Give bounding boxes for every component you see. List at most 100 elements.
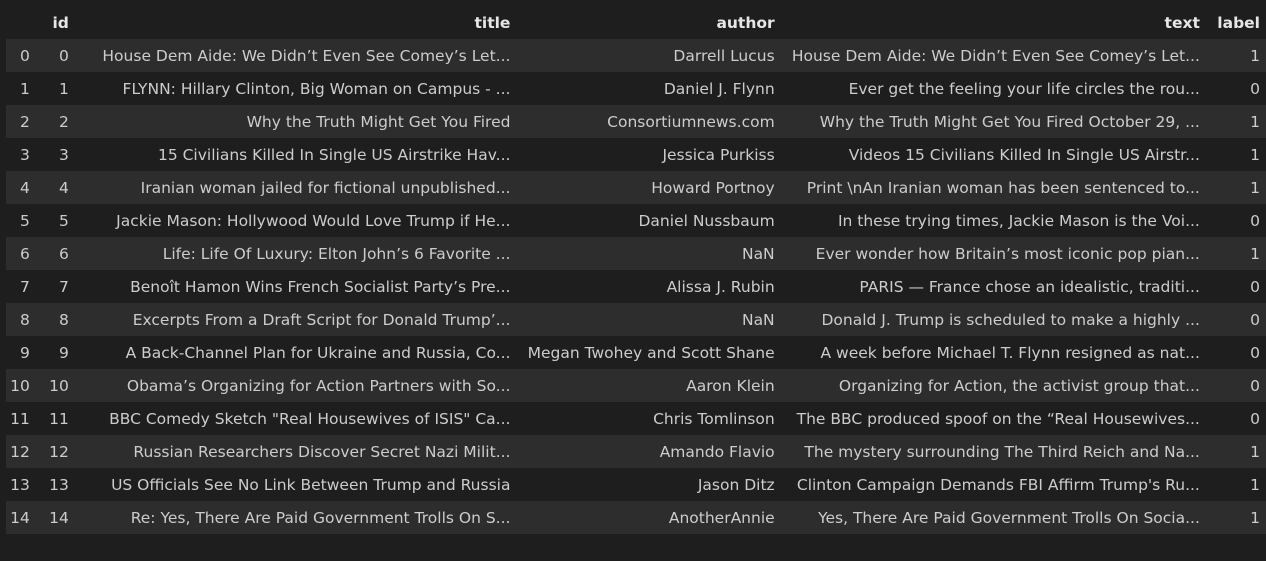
row-index: 5: [19, 211, 30, 230]
cell-id: 9: [59, 343, 69, 362]
table-body: 0 0 House Dem Aide: We Didn’t Even See Com…: [6, 39, 1266, 534]
cell-text: PARIS — France chose an idealistic, trad…: [859, 277, 1200, 296]
row-index: 13: [10, 475, 30, 494]
cell-id: 2: [59, 112, 69, 131]
cell-label: 1: [1250, 112, 1260, 131]
cell-author: Aaron Klein: [686, 376, 775, 395]
table-row: 4 4 Iranian woman jailed for fictional unp…: [6, 171, 1266, 204]
cell-label: 0: [1250, 277, 1260, 296]
row-index: 0: [19, 46, 30, 65]
cell-id: 4: [59, 178, 69, 197]
cell-id: 8: [59, 310, 69, 329]
cell-label: 0: [1250, 409, 1260, 428]
cell-id: 3: [59, 145, 69, 164]
cell-id: 5: [59, 211, 69, 230]
row-index: 4: [19, 178, 30, 197]
row-index: 14: [10, 508, 30, 527]
cell-label: 1: [1250, 46, 1260, 65]
table-row: 10 10 Obama’s Organizing for Action Partne…: [6, 369, 1266, 402]
cell-text: Ever wonder how Britain’s most iconic po…: [815, 244, 1200, 263]
cell-label: 0: [1250, 310, 1260, 329]
row-index: 9: [19, 343, 30, 362]
cell-author: Chris Tomlinson: [653, 409, 775, 428]
cell-id: 10: [49, 376, 69, 395]
column-header-label: label: [1217, 13, 1260, 32]
cell-label: 0: [1250, 211, 1260, 230]
cell-text: The BBC produced spoof on the “Real Hous…: [796, 409, 1200, 428]
cell-title: US Officials See No Link Between Trump a…: [111, 475, 511, 494]
cell-text: House Dem Aide: We Didn’t Even See Comey…: [791, 46, 1200, 65]
cell-label: 1: [1250, 145, 1260, 164]
row-index: 3: [19, 145, 30, 164]
column-header-author: author: [716, 13, 775, 32]
table-row: 14 14 Re: Yes, There Are Paid Government T…: [6, 501, 1266, 534]
table-row: 9 9 A Back-Channel Plan for Ukraine and Ru…: [6, 336, 1266, 369]
cell-id: 13: [49, 475, 69, 494]
cell-text: Ever get the feeling your life circles t…: [848, 79, 1200, 98]
cell-label: 1: [1250, 475, 1260, 494]
cell-title: 15 Civilians Killed In Single US Airstri…: [157, 145, 511, 164]
cell-title: Jackie Mason: Hollywood Would Love Trump…: [116, 211, 511, 230]
table-row: 1 1 FLYNN: Hillary Clinton, Big Woman on C…: [6, 72, 1266, 105]
cell-text: In these trying times, Jackie Mason is t…: [837, 211, 1200, 230]
cell-id: 7: [59, 277, 69, 296]
cell-text: Organizing for Action, the activist grou…: [838, 376, 1200, 395]
row-index: 10: [10, 376, 30, 395]
cell-title: Life: Life Of Luxury: Elton John’s 6 Fav…: [162, 244, 511, 263]
cell-author: Howard Portnoy: [651, 178, 775, 197]
cell-id: 0: [59, 46, 69, 65]
table-header: id title author text label: [6, 6, 1266, 39]
row-index: 8: [19, 310, 30, 329]
cell-text: Yes, There Are Paid Government Trolls On…: [818, 508, 1200, 527]
column-header-text: text: [1164, 13, 1200, 32]
table-row: 6 6 Life: Life Of Luxury: Elton John’s 6 F…: [6, 237, 1266, 270]
column-header-title: title: [474, 13, 511, 32]
table-row: 8 8 Excerpts From a Draft Script for Donal…: [6, 303, 1266, 336]
table-row: 5 5 Jackie Mason: Hollywood Would Love Tru…: [6, 204, 1266, 237]
cell-label: 0: [1250, 79, 1260, 98]
cell-label: 1: [1250, 508, 1260, 527]
cell-title: Iranian woman jailed for fictional unpub…: [140, 178, 511, 197]
table-row: 2 2 Why the Truth Might Get You Fired Conso…: [6, 105, 1266, 138]
cell-id: 11: [49, 409, 69, 428]
row-index: 1: [19, 79, 30, 98]
cell-label: 1: [1250, 442, 1260, 461]
cell-title: Benoît Hamon Wins French Socialist Party…: [130, 277, 511, 296]
cell-title: Russian Researchers Discover Secret Nazi…: [133, 442, 511, 461]
cell-author: Jason Ditz: [697, 475, 775, 494]
cell-author: Daniel Nussbaum: [638, 211, 775, 230]
cell-text: Videos 15 Civilians Killed In Single US …: [848, 145, 1200, 164]
header-row: id title author text label: [6, 6, 1266, 39]
dataframe-table: id title author text label 0 0 House Dem A…: [6, 6, 1266, 534]
cell-author: NaN: [741, 244, 775, 263]
dataframe-output: id title author text label 0 0 House Dem A…: [6, 6, 1266, 534]
cell-author: NaN: [741, 310, 775, 329]
cell-title: A Back-Channel Plan for Ukraine and Russ…: [125, 343, 511, 362]
cell-title: Re: Yes, There Are Paid Government Troll…: [130, 508, 511, 527]
table-row: 7 7 Benoît Hamon Wins French Socialist Par…: [6, 270, 1266, 303]
cell-author: Daniel J. Flynn: [663, 79, 775, 98]
table-row: 0 0 House Dem Aide: We Didn’t Even See Com…: [6, 39, 1266, 72]
row-index: 2: [19, 112, 30, 131]
row-index: 12: [10, 442, 30, 461]
cell-text: Print \nAn Iranian woman has been senten…: [806, 178, 1200, 197]
cell-text: Why the Truth Might Get You Fired Octobe…: [819, 112, 1200, 131]
cell-title: Obama’s Organizing for Action Partners w…: [126, 376, 511, 395]
cell-id: 6: [59, 244, 69, 263]
cell-label: 0: [1250, 343, 1260, 362]
index-header: [6, 6, 40, 39]
table-row: 12 12 Russian Researchers Discover Secret …: [6, 435, 1266, 468]
table-row: 11 11 BBC Comedy Sketch "Real Housewives o…: [6, 402, 1266, 435]
column-header-id: id: [52, 13, 69, 32]
cell-author: Jessica Purkiss: [662, 145, 775, 164]
cell-text: Clinton Campaign Demands FBI Affirm Trum…: [796, 475, 1200, 494]
cell-text: The mystery surrounding The Third Reich …: [804, 442, 1200, 461]
cell-id: 12: [49, 442, 69, 461]
cell-text: A week before Michael T. Flynn resigned …: [820, 343, 1200, 362]
cell-title: House Dem Aide: We Didn’t Even See Comey…: [102, 46, 511, 65]
cell-title: Why the Truth Might Get You Fired: [246, 112, 511, 131]
table-row: 3 3 15 Civilians Killed In Single US Airst…: [6, 138, 1266, 171]
cell-text: Donald J. Trump is scheduled to make a h…: [821, 310, 1200, 329]
cell-title: FLYNN: Hillary Clinton, Big Woman on Cam…: [122, 79, 511, 98]
table-row: 13 13 US Officials See No Link Between Tru…: [6, 468, 1266, 501]
